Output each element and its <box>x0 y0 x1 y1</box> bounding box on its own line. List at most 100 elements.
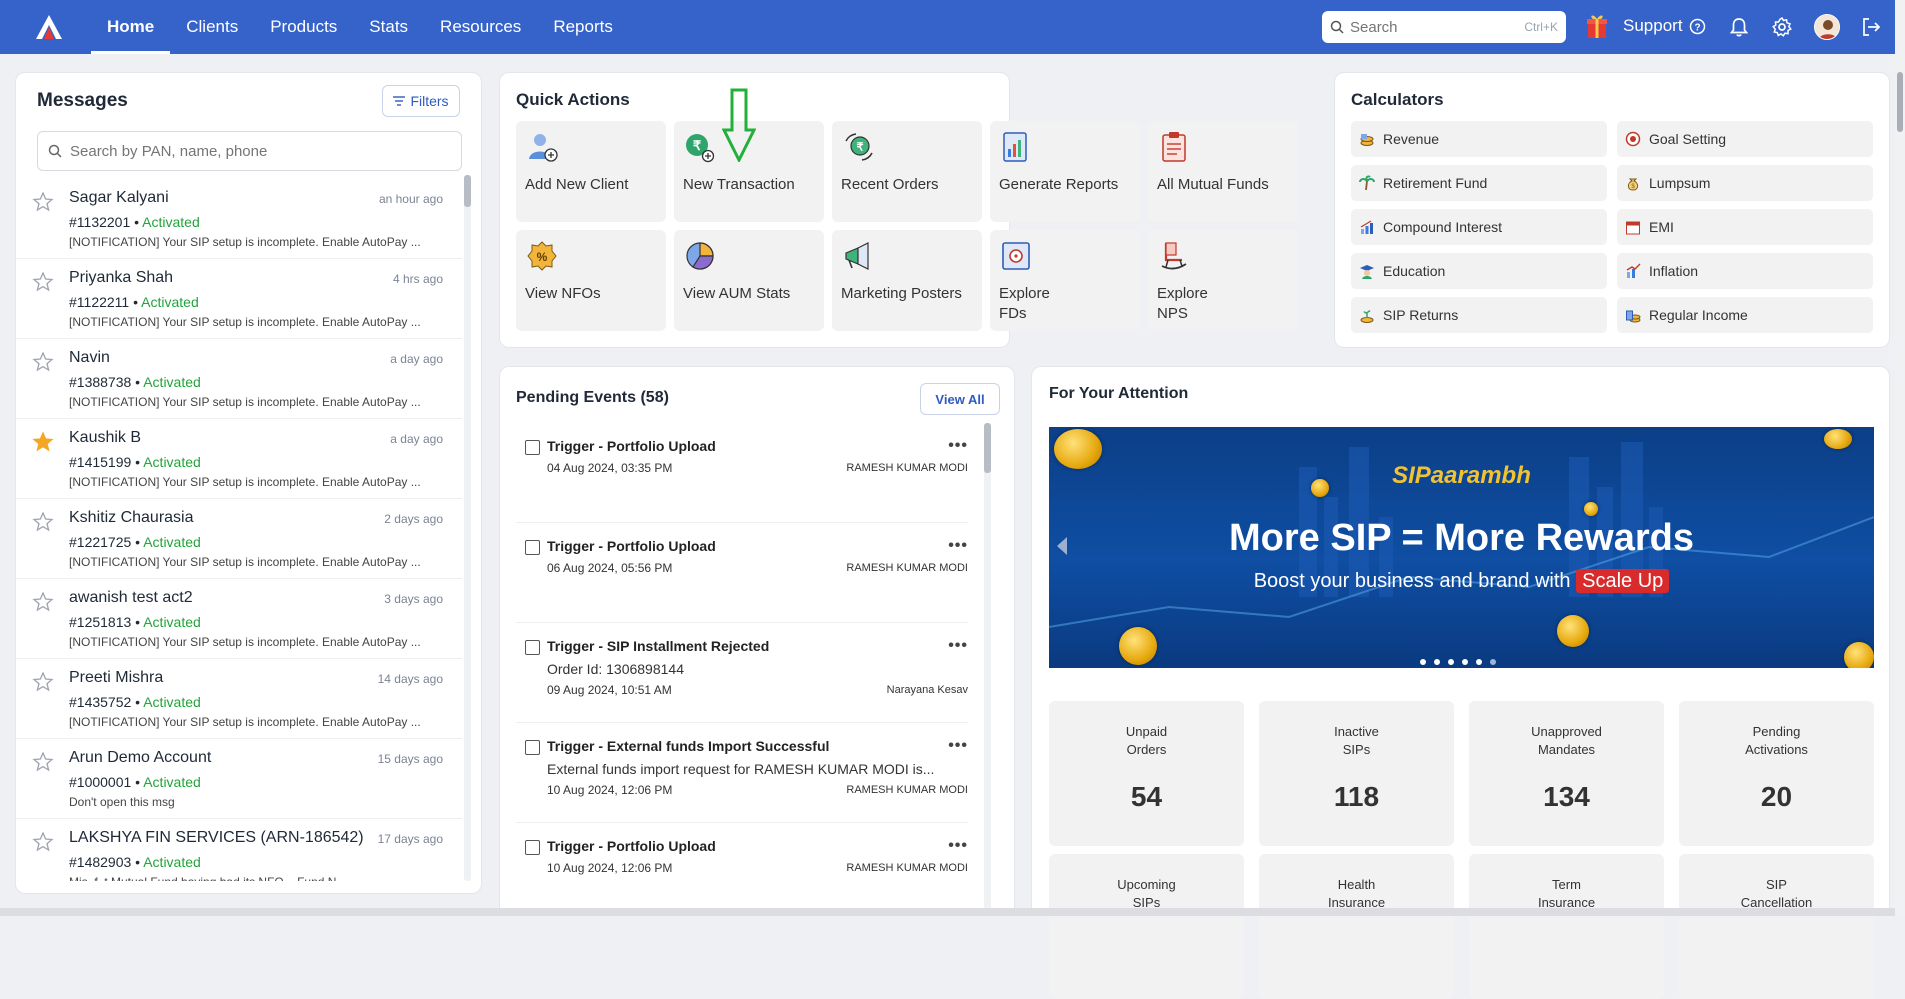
more-options-icon[interactable]: ••• <box>948 537 968 555</box>
stat-unpaid-orders[interactable]: Unpaid Orders 54 <box>1049 701 1244 846</box>
calculator-revenue[interactable]: Revenue <box>1351 121 1607 157</box>
star-filled-icon[interactable] <box>32 431 54 453</box>
message-search-input[interactable] <box>70 142 451 160</box>
promo-banner[interactable]: SIPaarambh More SIP = More Rewards Boost… <box>1049 427 1874 668</box>
message-item[interactable]: Kaushik B a day ago #1415199 • Activated… <box>16 419 462 499</box>
carousel-dot-active[interactable] <box>1490 659 1496 665</box>
message-item[interactable]: Arun Demo Account 15 days ago #1000001 •… <box>16 739 462 819</box>
top-navbar: Home Clients Products Stats Resources Reports… <box>0 0 1905 54</box>
quick-action-explore-nps[interactable]: Explore NPS <box>1148 230 1298 331</box>
star-icon[interactable] <box>32 591 54 613</box>
page-scrollbar[interactable] <box>1895 0 1905 916</box>
message-sender: Kaushik B <box>69 429 142 446</box>
pending-event-item[interactable]: Trigger - Portfolio Upload ••• 04 Aug 20… <box>516 423 968 523</box>
more-options-icon[interactable]: ••• <box>948 737 968 755</box>
star-icon[interactable] <box>32 511 54 533</box>
pending-event-item[interactable]: Trigger - SIP Installment Rejected ••• O… <box>516 623 968 723</box>
calculator-goal-setting[interactable]: Goal Setting <box>1617 121 1873 157</box>
quick-action-generate-reports[interactable]: Generate Reports <box>990 121 1140 222</box>
pending-event-item[interactable]: Trigger - Portfolio Upload ••• 06 Aug 20… <box>516 523 968 623</box>
message-item[interactable]: Sagar Kalyani an hour ago #1132201 • Act… <box>16 179 462 259</box>
message-search[interactable] <box>37 131 462 171</box>
message-item[interactable]: Navin a day ago #1388738 • Activated [NO… <box>16 339 462 419</box>
nav-reports[interactable]: Reports <box>537 0 629 54</box>
global-search-input[interactable] <box>1350 18 1525 36</box>
stat-unapproved-mandates[interactable]: Unapproved Mandates 134 <box>1469 701 1664 846</box>
messages-title: Messages <box>37 90 128 111</box>
event-checkbox[interactable] <box>525 640 540 655</box>
carousel-dot[interactable] <box>1448 659 1454 665</box>
nav-products[interactable]: Products <box>254 0 353 54</box>
star-icon[interactable] <box>32 271 54 293</box>
quick-action-explore-fds[interactable]: Explore FDs <box>990 230 1140 331</box>
stat-upcoming-sips[interactable]: Upcoming SIPs <box>1049 854 1244 999</box>
app-logo-icon[interactable] <box>34 13 64 41</box>
stat-sip-cancellation[interactable]: SIP Cancellation <box>1679 854 1874 999</box>
page-horizontal-scrollbar[interactable] <box>0 908 1895 916</box>
quick-action-view-nfos[interactable]: % View NFOs <box>516 230 666 331</box>
carousel-dot[interactable] <box>1462 659 1468 665</box>
message-item[interactable]: Kshitiz Chaurasia 2 days ago #1221725 • … <box>16 499 462 579</box>
quick-action-recent-orders[interactable]: ₹ Recent Orders <box>832 121 982 222</box>
star-icon[interactable] <box>32 351 54 373</box>
filters-button[interactable]: Filters <box>382 85 460 117</box>
carousel-dot[interactable] <box>1420 659 1426 665</box>
nav-stats[interactable]: Stats <box>353 0 424 54</box>
quick-action-marketing-posters[interactable]: Marketing Posters <box>832 230 982 331</box>
events-scrollbar[interactable] <box>984 423 991 917</box>
page-scrollbar-thumb[interactable] <box>1897 72 1903 132</box>
support-button[interactable]: Support ? <box>1623 16 1706 36</box>
gear-icon[interactable] <box>1771 16 1793 38</box>
more-options-icon[interactable]: ••• <box>948 637 968 655</box>
banner-prev-icon[interactable] <box>1057 537 1067 555</box>
calculator-lumpsum[interactable]: $ Lumpsum <box>1617 165 1873 201</box>
quick-action-view-aum-stats[interactable]: View AUM Stats <box>674 230 824 331</box>
bell-icon[interactable] <box>1728 16 1750 38</box>
more-options-icon[interactable]: ••• <box>948 837 968 855</box>
view-all-button[interactable]: View All <box>920 383 1000 415</box>
calculator-education[interactable]: Education <box>1351 253 1607 289</box>
carousel-dot[interactable] <box>1434 659 1440 665</box>
calculator-emi[interactable]: EMI <box>1617 209 1873 245</box>
calculator-compound-interest[interactable]: Compound Interest <box>1351 209 1607 245</box>
events-scrollbar-thumb[interactable] <box>984 423 991 473</box>
messages-scrollbar[interactable] <box>464 175 471 881</box>
global-search[interactable]: Ctrl+K <box>1322 11 1566 43</box>
calculator-inflation[interactable]: Inflation <box>1617 253 1873 289</box>
user-avatar[interactable] <box>1814 14 1840 40</box>
message-item[interactable]: LAKSHYA FIN SERVICES (ARN-186542) 17 day… <box>16 819 462 881</box>
quick-action-add-new-client[interactable]: Add New Client <box>516 121 666 222</box>
star-icon[interactable] <box>32 191 54 213</box>
event-checkbox[interactable] <box>525 840 540 855</box>
star-icon[interactable] <box>32 751 54 773</box>
carousel-dot[interactable] <box>1476 659 1482 665</box>
calculator-regular-income[interactable]: Regular Income <box>1617 297 1873 333</box>
client-status: Activated <box>143 694 201 710</box>
message-item[interactable]: Priyanka Shah 4 hrs ago #1122211 • Activ… <box>16 259 462 339</box>
stat-term-insurance[interactable]: Term Insurance <box>1469 854 1664 999</box>
nav-resources[interactable]: Resources <box>424 0 537 54</box>
pending-event-item[interactable]: Trigger - Portfolio Upload ••• 10 Aug 20… <box>516 823 968 917</box>
star-icon[interactable] <box>32 831 54 853</box>
calculator-retirement-fund[interactable]: Retirement Fund <box>1351 165 1607 201</box>
nav-home[interactable]: Home <box>91 0 171 54</box>
logout-icon[interactable] <box>1860 16 1882 38</box>
stat-pending-activations[interactable]: Pending Activations 20 <box>1679 701 1874 846</box>
search-icon <box>48 144 62 158</box>
stat-inactive-sips[interactable]: Inactive SIPs 118 <box>1259 701 1454 846</box>
stat-health-insurance[interactable]: Health Insurance <box>1259 854 1454 999</box>
messages-scrollbar-thumb[interactable] <box>464 175 471 207</box>
pending-event-item[interactable]: Trigger - External funds Import Successf… <box>516 723 968 823</box>
message-item[interactable]: Preeti Mishra 14 days ago #1435752 • Act… <box>16 659 462 739</box>
calculator-sip-returns[interactable]: SIP Returns <box>1351 297 1607 333</box>
quick-action-all-mutual-funds[interactable]: All Mutual Funds <box>1148 121 1298 222</box>
event-checkbox[interactable] <box>525 540 540 555</box>
more-options-icon[interactable]: ••• <box>948 437 968 455</box>
event-checkbox[interactable] <box>525 440 540 455</box>
message-item[interactable]: awanish test act2 3 days ago #1251813 • … <box>16 579 462 659</box>
calculator-label: EMI <box>1649 219 1674 235</box>
gift-icon[interactable] <box>1586 13 1608 39</box>
star-icon[interactable] <box>32 671 54 693</box>
nav-clients[interactable]: Clients <box>170 0 254 54</box>
event-checkbox[interactable] <box>525 740 540 755</box>
